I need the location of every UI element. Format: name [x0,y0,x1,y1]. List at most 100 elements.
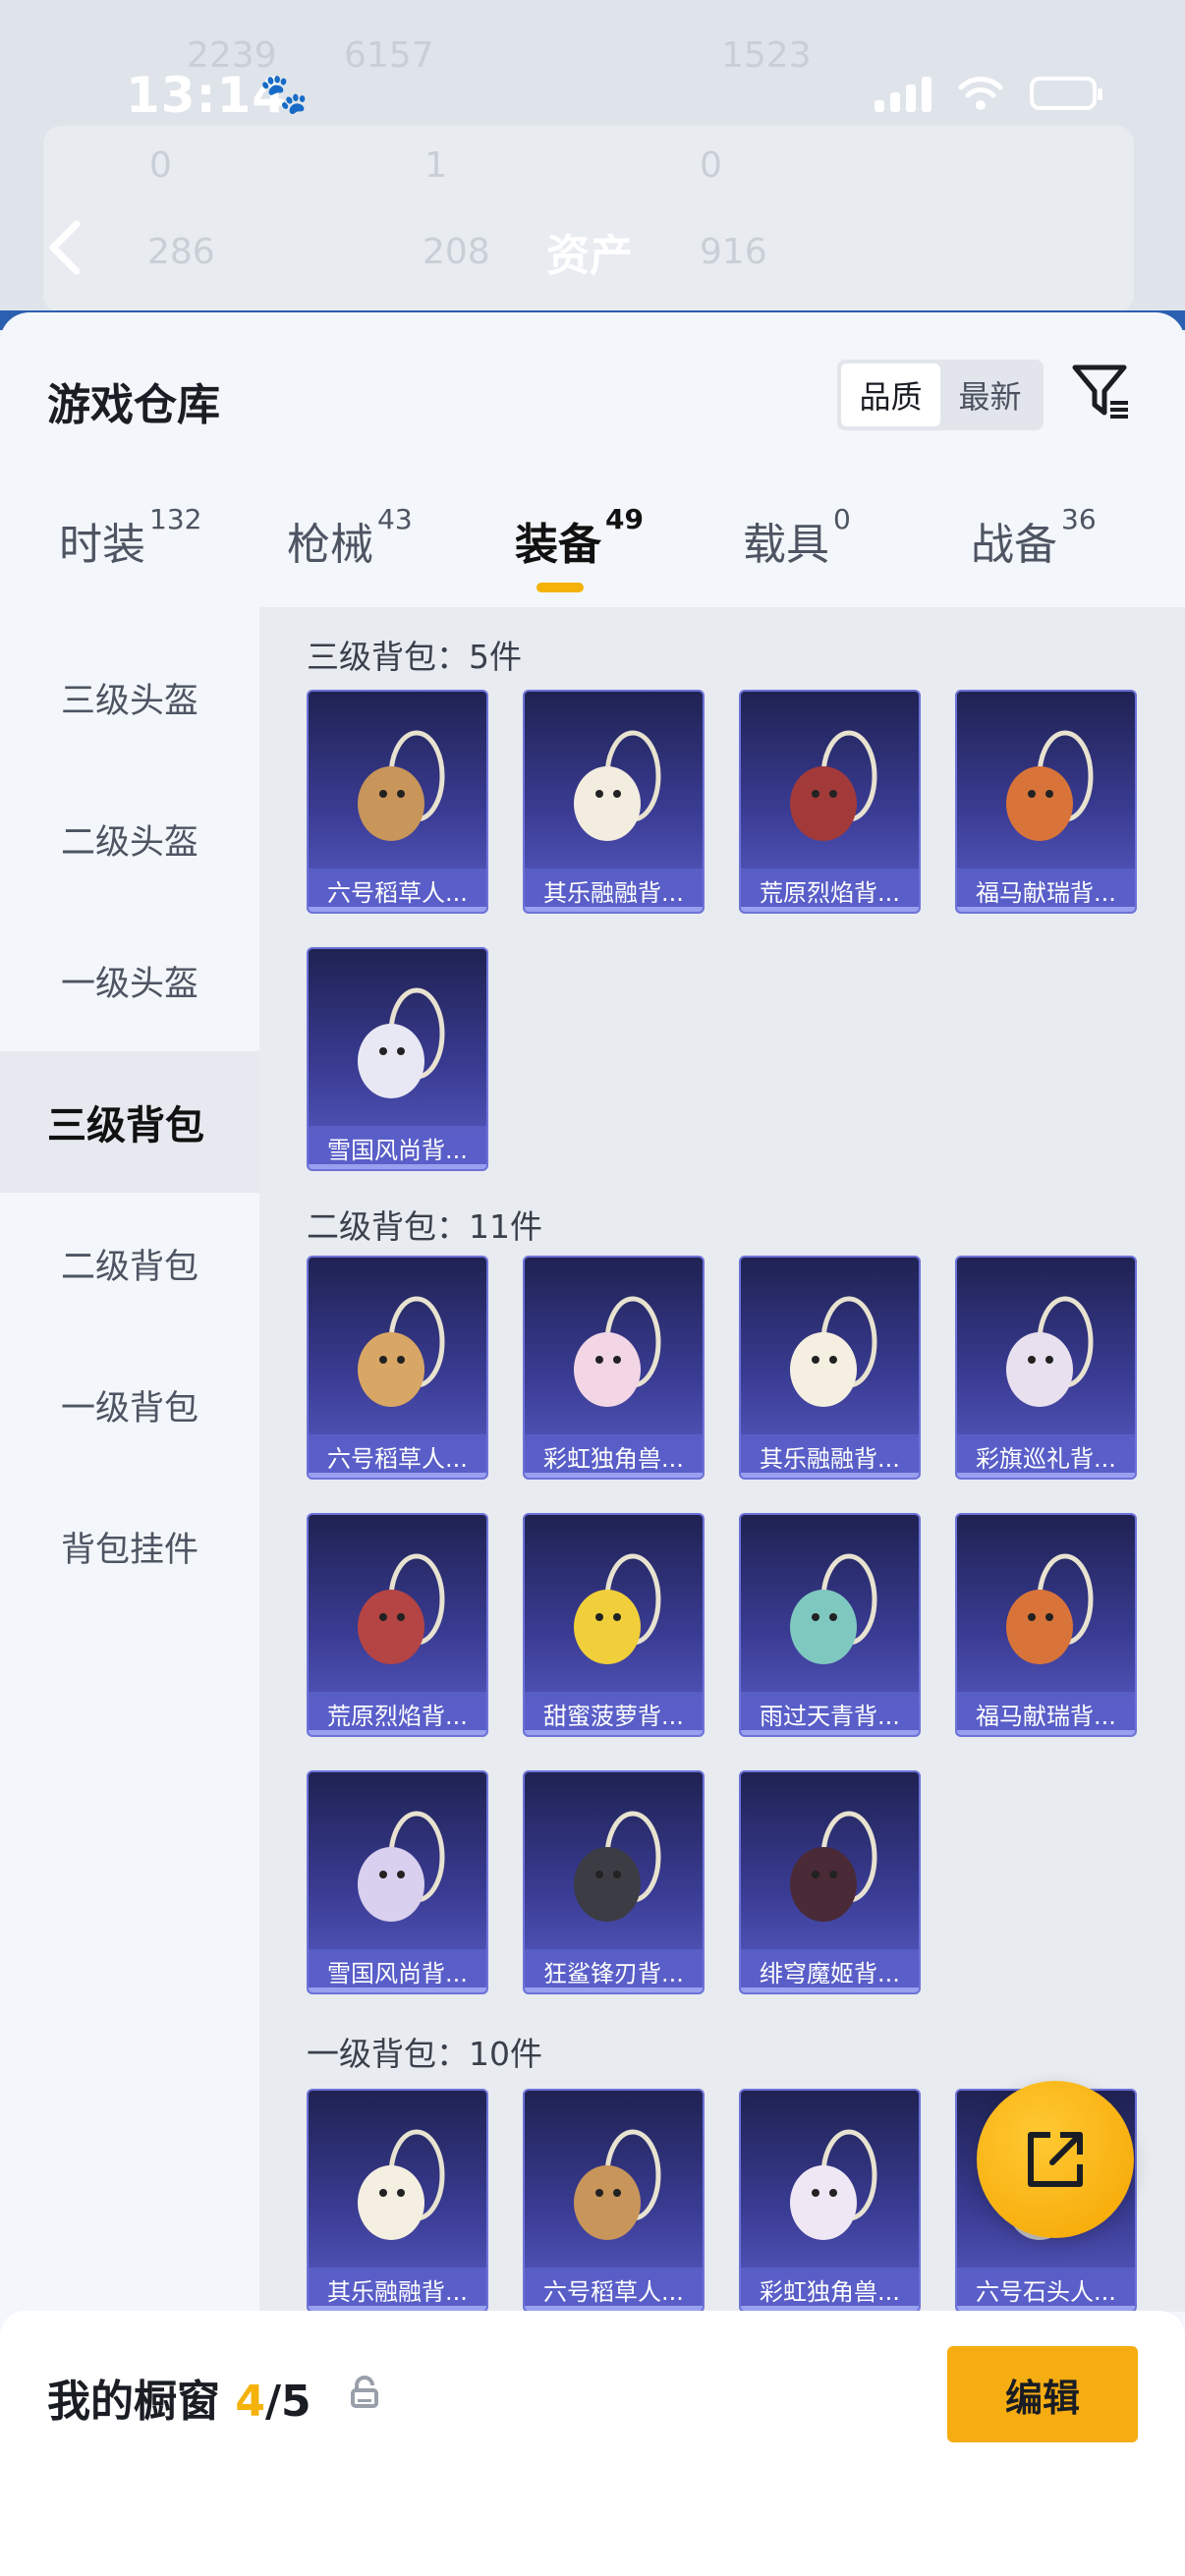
card-footer [525,1988,703,1992]
backpack-icon [358,1553,445,1664]
item-card[interactable]: 其乐融融背... [523,690,705,914]
item-card[interactable]: 六号稻草人... [523,2089,705,2312]
background-card [43,126,1134,312]
warehouse-sheet: 游戏仓库 品质 最新 时装132 枪械43 装备49 载具0 战备36 三级头盔… [0,312,1185,2576]
item-name: 荒原烈焰背... [741,868,919,912]
item-name: 其乐融融背... [309,2268,486,2311]
card-footer [525,1473,703,1478]
card-footer [741,1473,919,1478]
item-name: 彩虹独角兽... [741,2268,919,2311]
backpack-icon [790,1296,877,1407]
item-card[interactable]: 狂鲨锋刃背... [523,1770,705,1994]
page-title: 资产 [546,231,633,281]
edit-button[interactable]: 编辑 [947,2346,1138,2442]
item-card[interactable]: 福马献瑞背... [955,690,1137,914]
tab-fashion[interactable]: 时装132 [59,503,201,572]
card-footer [309,1988,486,1992]
item-name: 其乐融融背... [525,868,703,912]
tab-bar: 时装132 枪械43 装备49 载具0 战备36 [0,503,1185,617]
wifi-icon [958,77,1003,110]
backpack-icon [358,1296,445,1407]
item-card[interactable]: 福马献瑞背... [955,1513,1137,1737]
item-name: 雪国风尚背... [309,1949,486,1992]
item-name: 荒原烈焰背... [309,1692,486,1735]
blurred-stat: 1523 [721,35,812,76]
item-card[interactable]: 绯穹魔姬背... [739,1770,921,1994]
blurred-stat: 0 [700,145,722,186]
item-card[interactable]: 彩旗巡礼背... [955,1256,1137,1480]
category-item[interactable]: 二级背包 [0,1193,259,1334]
sort-latest-button[interactable]: 最新 [940,364,1040,426]
card-footer [957,1730,1135,1735]
battery-icon [1030,77,1102,110]
showcase-label: 我的橱窗 4/5 [47,2377,311,2427]
item-card[interactable]: 彩虹独角兽... [739,2089,921,2312]
category-item[interactable]: 三级头盔 [0,627,259,768]
item-card[interactable]: 六号稻草人... [307,690,488,914]
card-footer [525,907,703,912]
backpack-icon [1006,1553,1094,1664]
backpack-icon [790,1553,877,1664]
backpack-icon [574,1296,661,1407]
category-item[interactable]: 一级头盔 [0,910,259,1051]
item-card[interactable]: 六号稻草人... [307,1256,488,1480]
blurred-stat: 208 [423,232,490,272]
backpack-icon [358,730,445,841]
backpack-icon [358,2129,445,2240]
item-card[interactable]: 彩虹独角兽... [523,1256,705,1480]
item-name: 六号稻草人... [309,868,486,912]
card-footer [957,1473,1135,1478]
card-footer [309,1164,486,1169]
paw-icon: 🐾 [259,72,309,117]
showcase-current: 4 [235,2377,265,2427]
item-name: 六号稻草人... [525,2268,703,2311]
backpack-icon [1006,1296,1094,1407]
share-button[interactable] [977,2081,1134,2238]
card-footer [741,907,919,912]
card-footer [741,1730,919,1735]
blurred-stat: 916 [700,232,767,272]
item-name: 彩虹独角兽... [525,1434,703,1478]
item-card[interactable]: 雪国风尚背... [307,947,488,1171]
showcase-total: /5 [264,2377,311,2427]
tab-guns[interactable]: 枪械43 [287,503,413,572]
blurred-stat: 6157 [344,35,434,76]
item-name: 六号稻草人... [309,1434,486,1478]
item-name: 福马献瑞背... [957,1692,1135,1735]
backpack-icon [790,730,877,841]
item-name: 绯穹魔姬背... [741,1949,919,1992]
item-card[interactable]: 荒原烈焰背... [307,1513,488,1737]
backpack-icon [574,1811,661,1922]
category-item[interactable]: 一级背包 [0,1334,259,1476]
backpack-icon [574,730,661,841]
card-footer [525,1730,703,1735]
sort-toggle: 品质 最新 [837,360,1044,430]
section-title: 一级背包：10件 [307,2035,542,2073]
tab-supplies[interactable]: 战备36 [971,503,1097,572]
category-item[interactable]: 二级头盔 [0,768,259,910]
filter-icon[interactable] [1071,362,1132,422]
blurred-stat: 0 [149,145,172,186]
sort-quality-button[interactable]: 品质 [841,364,940,426]
item-name: 雨过天青背... [741,1692,919,1735]
item-card[interactable]: 雨过天青背... [739,1513,921,1737]
category-item[interactable]: 背包挂件 [0,1476,259,1617]
blurred-stat: 1 [424,145,447,186]
back-chevron-icon[interactable] [43,218,86,277]
section-title: 二级背包：11件 [307,1207,542,1246]
item-card[interactable]: 荒原烈焰背... [739,690,921,914]
tab-equipment[interactable]: 装备49 [515,503,644,572]
category-item-active[interactable]: 三级背包 [0,1051,259,1193]
item-name: 狂鲨锋刃背... [525,1949,703,1992]
card-footer [957,907,1135,912]
tab-vehicles[interactable]: 载具0 [743,503,851,572]
item-name: 其乐融融背... [741,1434,919,1478]
backpack-icon [358,1811,445,1922]
showcase-bar: 我的橱窗 4/5 编辑 [0,2311,1185,2576]
external-link-icon [1028,2132,1083,2187]
item-card[interactable]: 其乐融融背... [307,2089,488,2312]
item-card[interactable]: 甜蜜菠萝背... [523,1513,705,1737]
item-card[interactable]: 雪国风尚背... [307,1770,488,1994]
item-card[interactable]: 其乐融融背... [739,1256,921,1480]
section-title: 三级背包：5件 [307,638,522,676]
